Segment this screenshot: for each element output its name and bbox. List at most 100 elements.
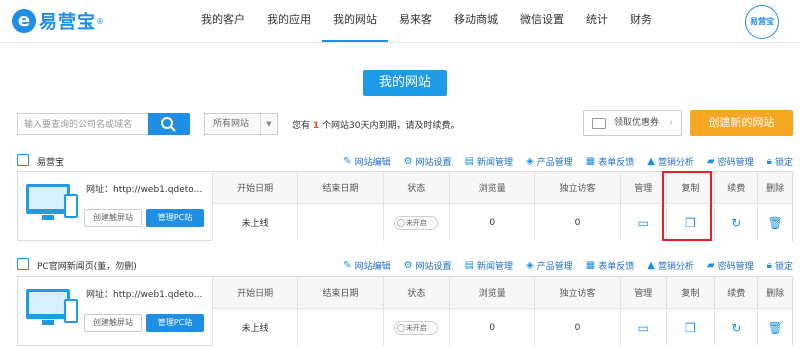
- views-value: 0: [449, 203, 535, 241]
- action-forms[interactable]: ▦ 表单反馈: [586, 155, 634, 168]
- status-label: 未开启: [405, 323, 427, 332]
- search-button[interactable]: [148, 113, 190, 135]
- action-site-settings[interactable]: ⚙ 网站设置: [404, 155, 452, 168]
- site-card: 网址：http://web1.qdeto... 创建触屏站 管理PC站 开始日期…: [17, 276, 793, 346]
- start-date-value: 未上线: [211, 203, 298, 241]
- status-toggle[interactable]: 未开启: [394, 215, 439, 230]
- renew-icon[interactable]: ↻: [731, 216, 741, 230]
- copy-icon[interactable]: ❐: [685, 321, 696, 335]
- password-icon: ▰: [706, 259, 715, 271]
- action-label: 密码管理: [717, 157, 754, 168]
- coupon-label: 领取优惠券: [614, 118, 660, 128]
- manage-pc-site-button[interactable]: 管理PC站: [146, 209, 204, 227]
- action-label: 表单反馈: [598, 261, 635, 272]
- action-marketing[interactable]: ▲ 营销分析: [647, 155, 694, 168]
- col-manage: 管理: [619, 172, 667, 204]
- notice-count: 1: [312, 121, 320, 131]
- col-start-date: 开始日期: [211, 172, 298, 204]
- action-password[interactable]: ▰ 密码管理: [707, 155, 754, 168]
- col-end-date: 结束日期: [297, 277, 384, 309]
- action-news[interactable]: ▤ 新闻管理: [465, 155, 513, 168]
- site-url[interactable]: 网址：http://web1.qdeto...: [86, 287, 214, 300]
- search-input[interactable]: 输入要查询的公司名或域名: [17, 113, 148, 135]
- site-url[interactable]: 网址：http://web1.qdeto...: [86, 182, 214, 195]
- status-toggle[interactable]: 未开启: [394, 320, 439, 335]
- visitors-value: 0: [534, 308, 621, 346]
- views-value: 0: [449, 308, 535, 346]
- copy-column-highlight: [662, 171, 712, 241]
- site-thumbnail: [26, 287, 78, 327]
- logo-e-icon: e: [12, 9, 36, 33]
- action-lock[interactable]: 🔒︎ 锁定: [767, 259, 793, 272]
- action-site-edit[interactable]: ✎ 网站编辑: [343, 259, 390, 272]
- site-filter-select[interactable]: 所有网站 ▼: [204, 113, 278, 135]
- status-label: 未开启: [405, 218, 427, 227]
- col-end-date: 结束日期: [297, 172, 384, 204]
- create-mobile-site-button[interactable]: 创建触屏站: [84, 314, 142, 332]
- renew-icon[interactable]: ↻: [731, 321, 741, 335]
- nav-item-statistics[interactable]: 统计: [575, 0, 619, 42]
- create-website-button[interactable]: 创建新的网站: [690, 110, 793, 136]
- create-mobile-site-button[interactable]: 创建触屏站: [84, 209, 142, 227]
- action-label: 营销分析: [657, 157, 694, 168]
- pencil-icon: ✎: [343, 259, 352, 271]
- start-date-value: 未上线: [211, 308, 298, 346]
- action-marketing[interactable]: ▲ 营销分析: [647, 259, 694, 272]
- visitors-value: 0: [534, 203, 621, 241]
- nav-item-yilaike[interactable]: 易来客: [388, 0, 443, 42]
- action-news[interactable]: ▤ 新闻管理: [465, 259, 513, 272]
- password-icon: ▰: [706, 155, 715, 167]
- nav-item-mobile-mall[interactable]: 移动商城: [443, 0, 509, 42]
- col-views: 浏览量: [449, 172, 535, 204]
- col-renew: 续费: [714, 277, 758, 309]
- col-delete: 删除: [757, 277, 792, 309]
- nav-item-customers[interactable]: 我的客户: [190, 0, 256, 42]
- manage-pc-site-button[interactable]: 管理PC站: [146, 314, 204, 332]
- col-status: 状态: [382, 172, 450, 204]
- expiry-notice: 您有 1 个网站30天内到期，请及时续费。: [292, 118, 459, 131]
- action-products[interactable]: ◈ 产品管理: [526, 259, 573, 272]
- brand-name: 易营宝: [39, 12, 96, 33]
- site-name: 易营宝: [37, 158, 65, 168]
- trash-icon[interactable]: 🗑︎: [768, 216, 783, 230]
- cube-icon: ◈: [526, 155, 534, 167]
- nav-item-finance[interactable]: 财务: [619, 0, 663, 42]
- col-visitors: 独立访客: [534, 172, 621, 204]
- action-label: 新闻管理: [477, 261, 514, 272]
- lock-icon: 🔒︎: [766, 259, 772, 271]
- trash-icon[interactable]: 🗑︎: [768, 321, 783, 335]
- avatar[interactable]: 易营宝: [745, 5, 779, 39]
- action-forms[interactable]: ▦ 表单反馈: [586, 259, 634, 272]
- col-manage: 管理: [619, 277, 667, 309]
- chevron-right-icon: ›: [669, 118, 673, 128]
- main-nav: 我的客户 我的应用 我的网站 易来客 移动商城 微信设置 统计 财务: [190, 0, 663, 42]
- action-password[interactable]: ▰ 密码管理: [707, 259, 754, 272]
- action-label: 锁定: [774, 157, 793, 168]
- action-products[interactable]: ◈ 产品管理: [526, 155, 573, 168]
- action-label: 新闻管理: [477, 157, 514, 168]
- edit-square-icon: [17, 258, 29, 270]
- manage-icon[interactable]: ▭: [638, 216, 649, 230]
- coupon-button[interactable]: 领取优惠券 ›: [583, 110, 682, 136]
- action-label: 网站编辑: [354, 261, 391, 272]
- nav-item-apps[interactable]: 我的应用: [256, 0, 322, 42]
- site-filter-value: 所有网站: [213, 119, 250, 129]
- form-icon: ▦: [585, 259, 596, 271]
- gear-icon: ⚙: [403, 155, 413, 167]
- action-site-edit[interactable]: ✎ 网站编辑: [343, 155, 390, 168]
- action-lock[interactable]: 🔒︎ 锁定: [767, 155, 793, 168]
- lock-icon: 🔒︎: [766, 155, 772, 167]
- chart-icon: ▲: [647, 155, 655, 167]
- nav-item-wechat-settings[interactable]: 微信设置: [509, 0, 575, 42]
- end-date-value: [297, 308, 384, 346]
- site-header: 易营宝 ✎ 网站编辑 ⚙ 网站设置 ▤ 新闻管理 ◈ 产品管理 ▦ 表单反馈 ▲ 营销分析 …: [17, 152, 793, 170]
- news-icon: ▤: [464, 155, 475, 167]
- action-label: 锁定: [774, 261, 793, 272]
- manage-icon[interactable]: ▭: [638, 321, 649, 335]
- action-site-settings[interactable]: ⚙ 网站设置: [404, 259, 452, 272]
- action-label: 密码管理: [717, 261, 754, 272]
- brand-logo[interactable]: e 易营宝 ®: [12, 7, 104, 35]
- nav-item-my-websites[interactable]: 我的网站: [322, 0, 388, 42]
- action-label: 产品管理: [536, 261, 573, 272]
- site-name: PC官网新闻页(董，勿删): [37, 262, 137, 272]
